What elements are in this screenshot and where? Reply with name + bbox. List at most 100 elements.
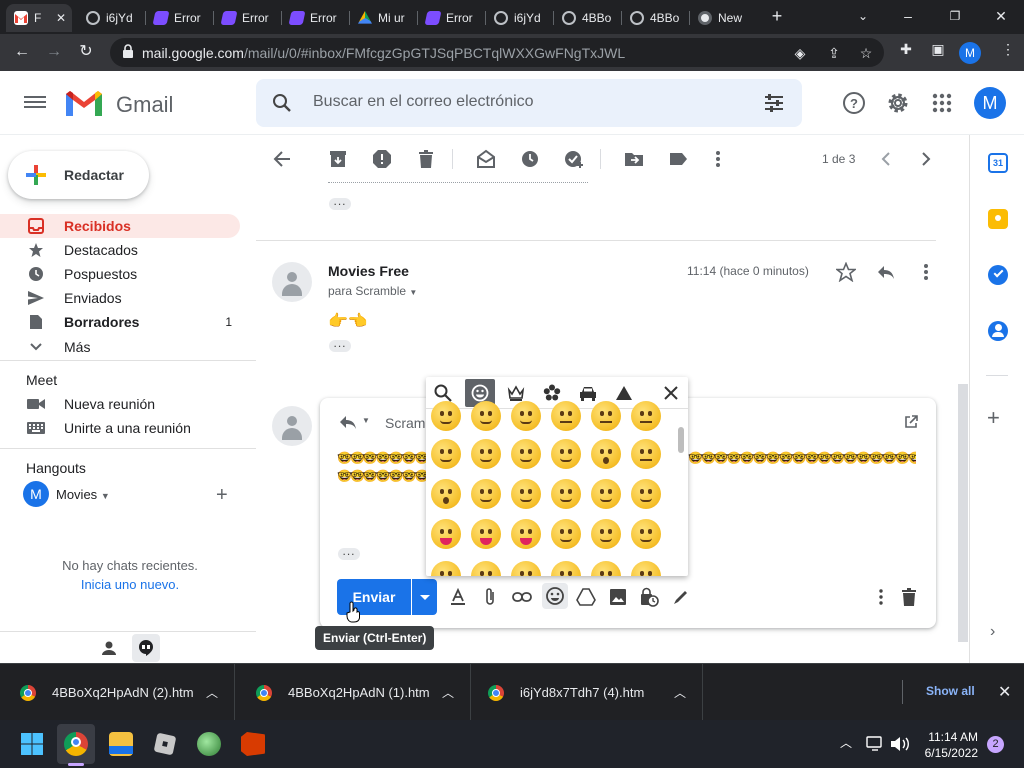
emoji-option[interactable] (431, 401, 461, 431)
chevron-up-icon[interactable]: ︿ (442, 684, 454, 701)
network-icon[interactable] (866, 736, 884, 752)
side-panel-icon[interactable]: ▣ (930, 41, 946, 57)
roblox-icon[interactable] (153, 732, 177, 756)
tab-search-icon[interactable]: ⌄ (843, 4, 883, 28)
contacts-person-icon[interactable] (101, 640, 117, 656)
calendar-icon[interactable]: 31 (988, 153, 1008, 173)
chevron-up-icon[interactable]: ︿ (674, 684, 686, 701)
show-trimmed-content-button[interactable]: ... (329, 195, 351, 210)
minimize-icon[interactable]: – (888, 4, 928, 28)
back-arrow-icon[interactable] (272, 149, 292, 169)
sidebar-item-snoozed[interactable]: Pospuestos (0, 262, 240, 286)
caret-down-icon[interactable]: ▼ (362, 416, 370, 425)
discard-draft-icon[interactable] (898, 586, 920, 608)
emoji-option[interactable] (431, 479, 461, 509)
tab-error-1[interactable]: Error (146, 4, 212, 32)
snooze-clock-icon[interactable] (520, 149, 540, 169)
emoji-option[interactable] (431, 439, 461, 469)
reply-icon[interactable] (876, 262, 896, 282)
forward-icon[interactable]: → (42, 40, 66, 64)
main-menu-icon[interactable] (24, 93, 46, 113)
more-vertical-icon[interactable] (916, 262, 936, 282)
insert-signature-icon[interactable] (670, 586, 692, 608)
insert-emoji-icon[interactable] (542, 583, 568, 609)
star-outline-icon[interactable] (836, 262, 856, 282)
reply-type-icon[interactable] (338, 414, 358, 430)
emoji-option[interactable] (631, 519, 661, 549)
reply-recipient[interactable]: Scram (385, 415, 425, 431)
emoji-picker[interactable] (426, 377, 688, 576)
archive-icon[interactable] (328, 149, 348, 169)
share-icon[interactable]: ⇪ (826, 45, 842, 61)
send-options-dropdown[interactable] (412, 579, 437, 615)
move-to-icon[interactable] (624, 149, 644, 169)
close-emoji-picker-icon[interactable] (656, 379, 686, 407)
sidebar-item-drafts[interactable]: Borradores 1 (0, 310, 240, 334)
meet-join-meeting[interactable]: Unirte a una reunión (0, 416, 240, 440)
chrome-taskbar-icon[interactable] (64, 732, 88, 756)
emoji-option[interactable] (511, 519, 541, 549)
sender-name[interactable]: Movies Free (328, 263, 409, 279)
insert-photo-icon[interactable] (607, 586, 629, 608)
report-spam-icon[interactable] (372, 149, 392, 169)
office-icon[interactable] (241, 732, 265, 756)
more-options-icon[interactable] (870, 586, 892, 608)
bookmark-star-icon[interactable]: ☆ (858, 45, 874, 61)
download-item[interactable]: 4BBoXq2HpAdN (1).htm ︿ (236, 664, 471, 721)
install-icon[interactable]: ◈ (792, 45, 808, 61)
hide-side-panel-chevron-icon[interactable]: › (990, 623, 995, 641)
older-chevron-right-icon[interactable] (916, 149, 936, 169)
hangouts-user-avatar[interactable]: M (23, 481, 49, 507)
hangouts-user-name[interactable]: Movies ▼ (56, 487, 110, 502)
download-item[interactable]: 4BBoXq2HpAdN (2).htm ︿ (0, 664, 235, 721)
emoji-option[interactable] (591, 479, 621, 509)
system-clock[interactable]: 11:14 AM 6/15/2022 (922, 729, 978, 761)
emoji-option[interactable] (591, 439, 621, 469)
tab-4bbo-2[interactable]: 4BBo (622, 4, 688, 32)
emoji-option[interactable] (551, 561, 581, 576)
search-options-icon[interactable] (764, 94, 784, 112)
hangouts-chat-icon[interactable] (138, 639, 154, 657)
emoji-option[interactable] (631, 561, 661, 576)
conversation-scrollbar[interactable] (958, 384, 968, 642)
volume-icon[interactable] (890, 736, 910, 752)
more-vertical-icon[interactable] (708, 149, 728, 169)
search-bar[interactable] (256, 79, 802, 127)
emoji-option[interactable] (511, 439, 541, 469)
emoji-option[interactable] (551, 439, 581, 469)
globe-app-icon[interactable] (197, 732, 221, 756)
emoji-option[interactable] (471, 401, 501, 431)
restore-icon[interactable]: ❐ (935, 4, 975, 28)
close-tab-icon[interactable]: ✕ (56, 11, 72, 25)
help-icon[interactable]: ? (842, 91, 866, 115)
extensions-icon[interactable]: ✚ (898, 41, 914, 57)
label-icon[interactable] (668, 149, 688, 169)
search-input[interactable] (313, 93, 743, 111)
new-tab-button[interactable]: + (757, 4, 797, 28)
show-all-downloads-link[interactable]: Show all (926, 684, 975, 698)
delete-trash-icon[interactable] (416, 149, 436, 169)
tab-drive[interactable]: Mi ur (350, 4, 416, 32)
emoji-option[interactable] (431, 519, 461, 549)
account-avatar[interactable]: M (974, 87, 1006, 119)
emoji-option[interactable] (511, 401, 541, 431)
start-new-chat-link[interactable]: Inicia uno nuevo. (0, 577, 260, 592)
chrome-menu-icon[interactable]: ⋮ (1000, 41, 1016, 57)
emoji-option[interactable] (471, 479, 501, 509)
add-chat-icon[interactable]: + (216, 484, 228, 507)
profile-avatar[interactable]: M (959, 42, 981, 64)
emoji-option[interactable] (471, 439, 501, 469)
sidebar-item-sent[interactable]: Enviados (0, 286, 240, 310)
add-to-tasks-icon[interactable] (564, 149, 584, 169)
tab-i6jyd-2[interactable]: i6jYd (486, 4, 552, 32)
emoji-option[interactable] (631, 401, 661, 431)
insert-drive-file-icon[interactable] (575, 586, 597, 608)
close-downloads-icon[interactable]: ✕ (998, 682, 1011, 702)
compose-button[interactable]: Redactar (8, 151, 149, 199)
tab-new[interactable]: New (690, 4, 756, 32)
emoji-option[interactable] (591, 519, 621, 549)
insert-link-icon[interactable] (511, 586, 533, 608)
emoji-option[interactable] (511, 561, 541, 576)
show-hidden-icons-chevron-icon[interactable]: ︿ (840, 734, 852, 751)
emoji-option[interactable] (551, 479, 581, 509)
